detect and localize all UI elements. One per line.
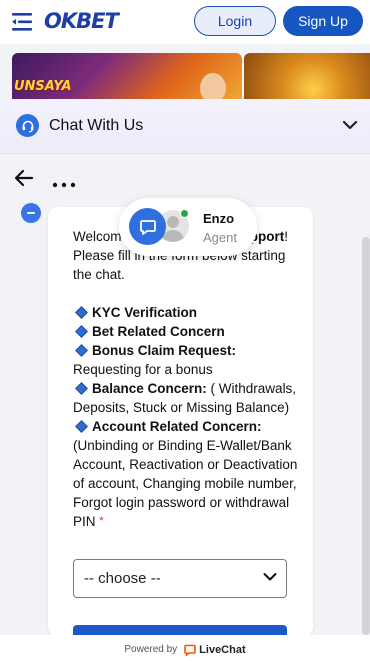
chat-title: Chat With Us <box>49 117 144 134</box>
diamond-bullet-icon <box>75 382 88 396</box>
concern-select-value: -- choose -- <box>84 570 161 587</box>
list-item: Bet Related Concern <box>73 322 298 341</box>
powered-by-text: Powered by <box>124 644 178 655</box>
online-status-dot <box>180 209 189 218</box>
required-mark: * <box>99 515 104 527</box>
arrow-left-icon[interactable] <box>14 169 34 187</box>
agent-name: Enzo <box>203 211 235 226</box>
concern-select[interactable]: -- choose -- <box>73 559 287 598</box>
welcome-message-text: Welcome to OKBET Chat Support! Please fi… <box>73 227 298 531</box>
list-item: Balance Concern: ( Withdrawals, Deposits… <box>73 381 297 415</box>
livechat-logo-icon <box>184 644 196 656</box>
agent-small-avatar <box>21 203 41 223</box>
list-item: KYC Verification <box>73 303 298 322</box>
livechat-brand[interactable]: LiveChat <box>199 644 245 656</box>
diamond-bullet-icon <box>75 344 88 358</box>
okbet-logo[interactable]: OKBET <box>44 9 119 33</box>
chat-bubble-icon <box>129 208 166 245</box>
hamburger-menu-icon[interactable] <box>10 10 36 34</box>
more-horizontal-icon[interactable] <box>52 175 76 188</box>
diamond-bullet-icon <box>75 420 88 434</box>
login-button[interactable]: Login <box>194 6 276 36</box>
agent-info-pill: Enzo Agent <box>119 198 257 256</box>
headset-icon <box>16 114 39 137</box>
welcome-message-card: Welcome to OKBET Chat Support! Please fi… <box>48 207 313 637</box>
list-item: Account Related Concern: (Unbinding or B… <box>73 419 298 529</box>
site-header: OKBET Login Sign Up <box>0 0 370 44</box>
agent-role: Agent <box>203 230 237 245</box>
banner-promo-text: UNSAYA <box>14 79 72 94</box>
chevron-down-icon <box>263 573 277 581</box>
chat-header: Chat With Us <box>0 99 370 154</box>
signup-button[interactable]: Sign Up <box>283 6 363 36</box>
powered-by-footer: Powered by LiveChat <box>0 635 370 664</box>
chevron-down-icon[interactable] <box>341 118 359 132</box>
diamond-bullet-icon <box>75 325 88 339</box>
list-item: Bonus Claim Request: Requesting for a bo… <box>73 343 237 377</box>
diamond-bullet-icon <box>75 306 88 320</box>
chat-scrollbar[interactable] <box>362 237 370 635</box>
